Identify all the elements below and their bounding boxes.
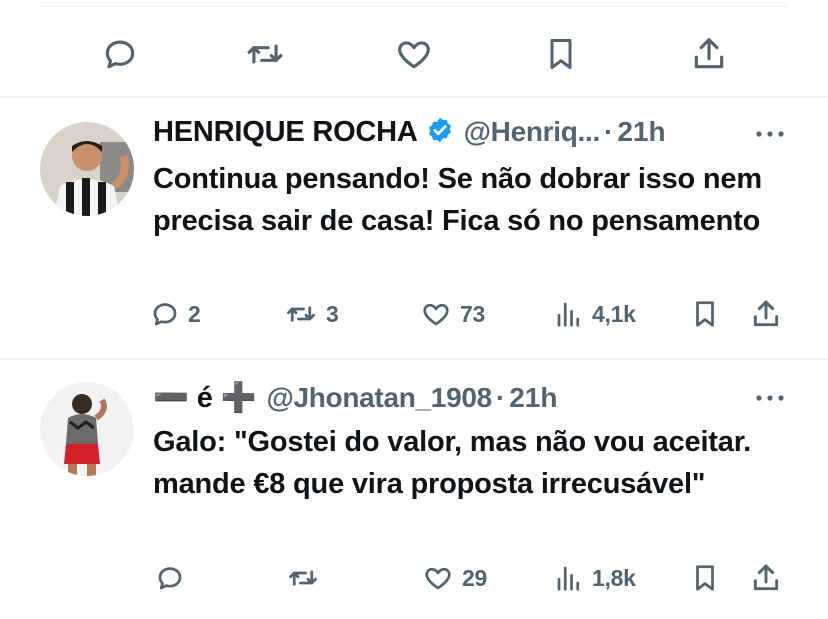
bookmark-icon — [696, 565, 714, 591]
timestamp[interactable]: 21h — [509, 382, 557, 414]
tweet[interactable]: ➖ é ➕ @Jhonatan_1908 · 21h Galo: "Gostei… — [0, 360, 828, 619]
avatar[interactable] — [40, 122, 134, 216]
reply-icon — [105, 40, 135, 69]
tweet-header: ➖ é ➕ @Jhonatan_1908 · 21h — [153, 380, 557, 416]
more-icon — [756, 395, 784, 401]
separator-dot: · — [495, 382, 506, 413]
reply-button[interactable]: 2 — [150, 294, 201, 334]
display-name[interactable]: HENRIQUE ROCHA — [153, 116, 418, 149]
bookmark-icon — [696, 301, 714, 327]
tweet[interactable]: HENRIQUE ROCHA @Henriq... · 21h Continua… — [0, 98, 828, 358]
tweet-action-bar: 2 3 73 4,1k — [0, 294, 828, 334]
tweet-text: Galo: "Gostei do valor, mas não vou acei… — [153, 426, 752, 500]
reply-icon — [158, 567, 182, 590]
share-icon — [753, 300, 779, 327]
timestamp[interactable]: 21h — [617, 116, 665, 148]
heart-icon — [425, 567, 451, 590]
tweet-text: Continua pensando! Se não dobrar isso ne… — [153, 163, 762, 237]
reply-icon — [153, 303, 177, 326]
more-options-button[interactable] — [752, 124, 788, 144]
more-options-button[interactable] — [752, 388, 788, 408]
view-count: 4,1k — [592, 300, 636, 327]
retweet-button[interactable]: 3 — [284, 294, 339, 334]
tweet-action-bar: 29 1,8k — [0, 558, 828, 598]
like-button[interactable]: 29 — [422, 558, 487, 598]
user-handle[interactable]: @Henriq... — [464, 116, 601, 148]
retweet-icon — [289, 570, 317, 586]
like-button[interactable]: 73 — [420, 294, 485, 334]
heart-icon — [398, 41, 430, 69]
bookmark-button[interactable] — [690, 558, 720, 598]
retweet-button[interactable] — [245, 34, 285, 74]
display-name[interactable]: ➖ é ➕ — [153, 381, 257, 415]
top-divider — [40, 6, 788, 7]
separator-dot: · — [604, 116, 614, 147]
share-button[interactable] — [750, 294, 782, 334]
verified-badge-icon — [426, 116, 454, 149]
share-button[interactable] — [690, 34, 728, 74]
bookmark-icon — [550, 39, 572, 69]
more-icon — [756, 131, 784, 137]
user-handle[interactable]: @Jhonatan_1908 — [266, 382, 492, 414]
share-icon — [753, 564, 779, 591]
like-count: 29 — [462, 564, 487, 591]
like-count: 73 — [460, 300, 485, 327]
share-icon — [694, 38, 724, 69]
reply-count: 2 — [188, 300, 201, 327]
avatar[interactable] — [40, 382, 134, 476]
bookmark-button[interactable] — [543, 34, 579, 74]
retweet-button[interactable] — [286, 558, 320, 598]
retweet-icon — [247, 44, 283, 64]
retweet-icon — [287, 306, 315, 322]
like-button[interactable] — [394, 34, 434, 74]
bookmark-button[interactable] — [690, 294, 720, 334]
share-button[interactable] — [750, 558, 782, 598]
view-count: 1,8k — [592, 564, 636, 591]
reply-button[interactable] — [155, 558, 185, 598]
views-icon — [557, 566, 580, 591]
views-button[interactable]: 1,8k — [554, 558, 636, 598]
heart-icon — [423, 303, 449, 326]
retweet-count: 3 — [326, 300, 339, 327]
previous-tweet-action-bar — [0, 34, 828, 74]
views-button[interactable]: 4,1k — [554, 294, 636, 334]
tweet-header: HENRIQUE ROCHA @Henriq... · 21h — [153, 114, 666, 150]
views-icon — [557, 302, 580, 327]
reply-button[interactable] — [101, 34, 139, 74]
